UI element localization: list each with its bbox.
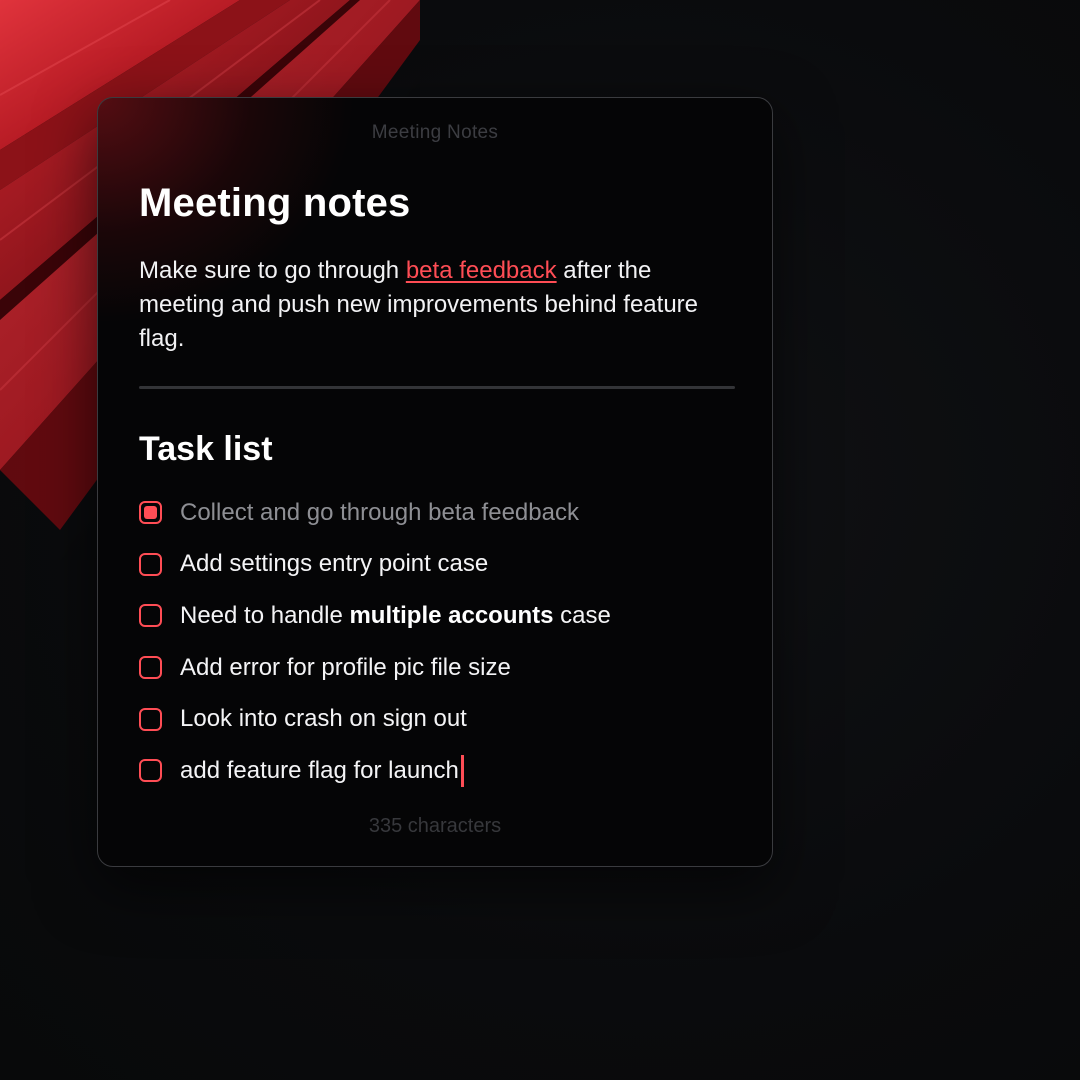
- task-list: Collect and go through beta feedback Add…: [139, 487, 735, 797]
- task-checkbox[interactable]: [139, 759, 162, 783]
- task-text-bold: multiple accounts: [349, 601, 554, 629]
- text-cursor: [460, 754, 464, 787]
- note-editor[interactable]: Meeting notes Make sure to go through be…: [139, 176, 735, 797]
- note-paragraph[interactable]: Make sure to go through beta feedback af…: [139, 254, 719, 356]
- task-checkbox-checked[interactable]: [139, 501, 162, 525]
- task-item: Add settings entry point case: [139, 539, 735, 591]
- task-text-before-bold: Need to handle: [180, 601, 350, 629]
- task-item: Need to handle multiple accounts case: [139, 590, 735, 642]
- task-item: Add error for profile pic file size: [139, 642, 735, 694]
- task-item: Collect and go through beta feedback: [139, 487, 735, 539]
- task-item: Look into crash on sign out: [139, 693, 735, 745]
- window-title: Meeting Notes: [371, 122, 499, 143]
- task-text[interactable]: Add error for profile pic file size: [180, 654, 511, 682]
- divider: [139, 386, 735, 389]
- desktop-background: Meeting Notes Meeting notes Make sure to…: [0, 0, 1080, 1080]
- task-checkbox[interactable]: [139, 604, 162, 628]
- task-text[interactable]: add feature flag for launch: [180, 757, 459, 785]
- note-heading[interactable]: Meeting notes: [139, 176, 735, 230]
- character-count: 335 characters: [368, 815, 502, 837]
- task-text[interactable]: Need to handle multiple accounts case: [180, 602, 611, 630]
- paragraph-text-before-link: Make sure to go through: [139, 257, 406, 284]
- task-list-heading[interactable]: Task list: [139, 427, 735, 471]
- task-text[interactable]: Collect and go through beta feedback: [180, 499, 579, 527]
- beta-feedback-link[interactable]: beta feedback: [406, 257, 557, 284]
- task-text-after-bold: case: [553, 601, 611, 629]
- task-checkbox[interactable]: [139, 656, 162, 680]
- task-item-active: add feature flag for launch: [139, 745, 735, 797]
- task-checkbox[interactable]: [139, 552, 162, 576]
- task-text[interactable]: Look into crash on sign out: [180, 705, 467, 733]
- task-text[interactable]: Add settings entry point case: [180, 550, 488, 578]
- task-checkbox[interactable]: [139, 707, 162, 731]
- checkmark-fill-icon: [144, 506, 157, 520]
- notes-window: Meeting Notes Meeting notes Make sure to…: [97, 97, 773, 867]
